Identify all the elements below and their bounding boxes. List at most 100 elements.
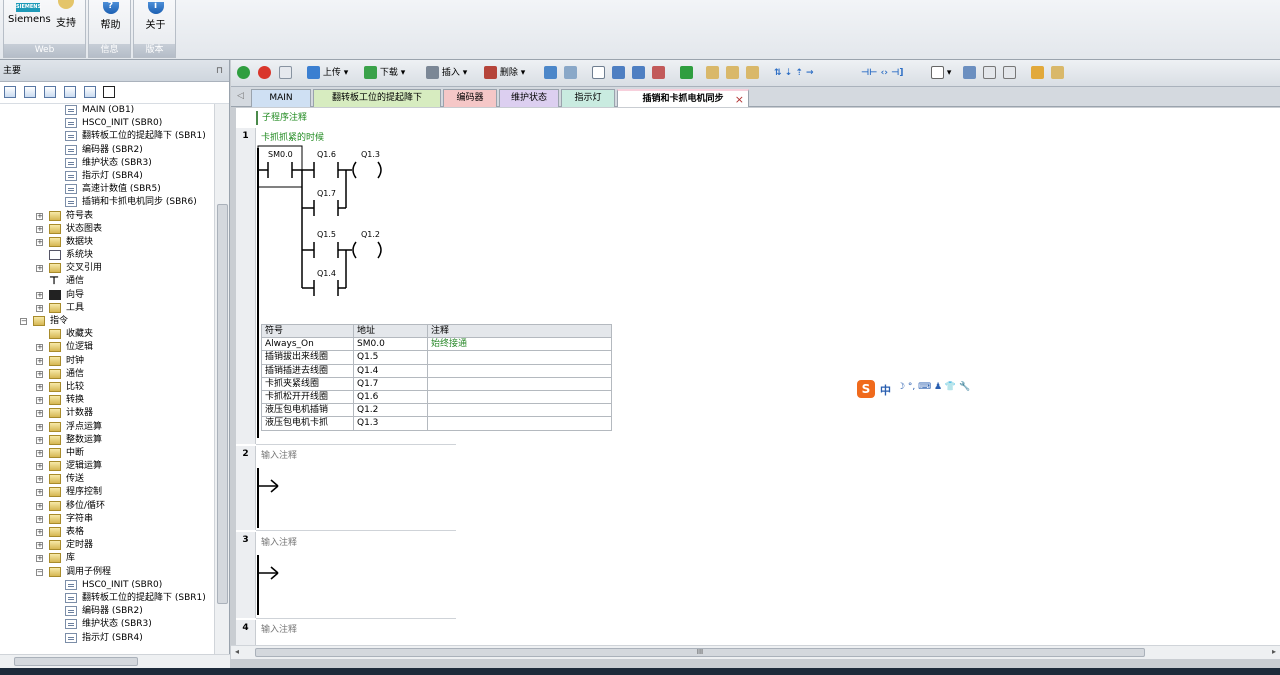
edit-icon[interactable] — [983, 66, 996, 81]
monitor-icon[interactable] — [564, 66, 577, 81]
expander-icon[interactable]: + — [36, 410, 43, 418]
tab-program[interactable]: 维护状态 — [499, 89, 559, 107]
lock-icon[interactable] — [726, 66, 739, 81]
tree-item[interactable]: + 传送 — [0, 473, 214, 486]
expander-icon[interactable]: + — [36, 397, 43, 405]
contact-label[interactable]: SM0.0 — [268, 150, 293, 159]
contact-label[interactable]: Q1.5 — [317, 230, 336, 239]
bookmark-icon[interactable] — [612, 66, 625, 81]
coil-label[interactable]: Q1.3 — [361, 150, 380, 159]
tree-item[interactable]: 翻转板工位的提起降下 (SBR1) — [0, 130, 214, 143]
network-comment[interactable]: 输入注释 — [261, 622, 297, 635]
run-icon[interactable] — [237, 66, 250, 81]
expander-icon[interactable]: + — [36, 423, 43, 431]
expander-icon[interactable]: + — [36, 502, 43, 510]
tree-item[interactable]: + 字符串 — [0, 513, 214, 526]
expander-icon[interactable]: + — [36, 238, 43, 246]
expander-icon[interactable]: + — [36, 542, 43, 550]
expander-icon[interactable]: + — [36, 370, 43, 378]
tree-item[interactable]: 维护状态 (SBR3) — [0, 618, 214, 631]
tree-item[interactable]: 指示灯 (SBR4) — [0, 170, 214, 183]
tab-program[interactable]: 插销和卡抓电机同步 × — [617, 89, 749, 107]
network-comment[interactable]: 输入注释 — [261, 535, 297, 548]
tree-item[interactable]: + 移位/循环 — [0, 500, 214, 513]
tree-horizontal-scrollbar[interactable] — [0, 654, 230, 668]
expander-icon[interactable]: + — [36, 436, 43, 444]
help-button[interactable]: ? 帮助 — [91, 0, 130, 32]
tree-item[interactable]: + 程序控制 — [0, 486, 214, 499]
tree-item[interactable]: ⊤ 通信 — [0, 275, 214, 288]
tree-item[interactable]: + 位逻辑 — [0, 341, 214, 354]
tree-item[interactable]: + 浮点运算 — [0, 421, 214, 434]
scroll-thumb[interactable] — [217, 204, 228, 604]
table-icon[interactable] — [963, 66, 976, 81]
tree-item[interactable]: + 计数器 — [0, 407, 214, 420]
scroll-thumb[interactable] — [14, 657, 138, 666]
coil-label[interactable]: Q1.2 — [361, 230, 380, 239]
page-icon[interactable] — [43, 86, 56, 98]
delete-button[interactable]: 删除 ▾ — [484, 66, 525, 81]
edit-icon[interactable] — [1003, 66, 1016, 81]
tree-item[interactable]: + 库 — [0, 552, 214, 565]
expander-icon[interactable]: + — [36, 383, 43, 391]
contact-label[interactable]: Q1.6 — [317, 150, 336, 159]
expander-icon[interactable]: + — [36, 555, 43, 563]
comm-icon[interactable] — [103, 86, 116, 98]
tree-item[interactable]: + 转换 — [0, 394, 214, 407]
expander-icon[interactable]: + — [36, 265, 43, 273]
expander-icon[interactable]: + — [36, 515, 43, 523]
tree-item[interactable]: + 表格 — [0, 526, 214, 539]
tree-item[interactable]: + 比较 — [0, 381, 214, 394]
tab-program[interactable]: 指示灯 — [561, 89, 615, 107]
key-icon[interactable] — [1051, 66, 1064, 81]
network-number[interactable]: 4 — [236, 620, 256, 645]
tree-item[interactable]: − 指令 — [0, 315, 214, 328]
tree-item[interactable]: HSC0_INIT (SBR0) — [0, 579, 214, 592]
network-comment[interactable]: 输入注释 — [261, 448, 297, 461]
pou-icon[interactable] — [680, 66, 693, 81]
scroll-right-icon[interactable]: ▸ — [1272, 647, 1276, 656]
tree-item[interactable]: 编码器 (SBR2) — [0, 605, 214, 618]
insert-button[interactable]: 插入 ▾ — [426, 66, 467, 81]
tree-item[interactable]: + 向导 — [0, 289, 214, 302]
page-icon[interactable] — [63, 86, 76, 98]
editor-horizontal-scrollbar[interactable]: ◂ III ▸ — [231, 645, 1280, 659]
tree-item[interactable]: 收藏夹 — [0, 328, 214, 341]
tree-item[interactable]: + 符号表 — [0, 210, 214, 223]
stop-icon[interactable] — [258, 66, 271, 81]
bookmark-icon[interactable] — [632, 66, 645, 81]
contact-icon[interactable]: ⊣⊢ ‹› ⊣] — [861, 66, 903, 81]
expander-icon[interactable]: + — [36, 357, 43, 365]
lock-icon[interactable] — [706, 66, 719, 81]
tree-item[interactable]: + 交叉引用 — [0, 262, 214, 275]
network-number[interactable]: 2 — [236, 446, 256, 530]
expander-icon[interactable]: + — [36, 489, 43, 497]
expander-icon[interactable]: − — [20, 318, 27, 325]
lock-icon[interactable] — [746, 66, 759, 81]
pin-icon[interactable]: ⊓ — [216, 60, 223, 82]
expander-icon[interactable]: − — [36, 568, 43, 576]
tab-program[interactable]: MAIN — [251, 89, 311, 107]
expander-icon[interactable]: + — [36, 212, 43, 220]
tree-item[interactable]: + 数据块 — [0, 236, 214, 249]
tree-item[interactable]: + 逻辑运算 — [0, 460, 214, 473]
ime-mode[interactable]: 中 — [880, 382, 891, 398]
expander-icon[interactable]: + — [36, 476, 43, 484]
tab-scroll-left-icon[interactable]: ◁ — [237, 91, 244, 101]
contact-label[interactable]: Q1.7 — [317, 189, 336, 198]
branch-icon[interactable]: ⇅ ⇣ ⇡ → — [774, 66, 814, 81]
tree-item[interactable]: 插销和卡抓电机同步 (SBR6) — [0, 196, 214, 209]
upload-button[interactable]: 上传 ▾ — [307, 66, 348, 81]
tree-item[interactable]: MAIN (OB1) — [0, 104, 214, 117]
close-icon[interactable]: × — [735, 91, 744, 108]
tree-item[interactable]: + 通信 — [0, 368, 214, 381]
tree-vertical-scrollbar[interactable] — [214, 104, 229, 654]
expander-icon[interactable]: + — [36, 344, 43, 352]
network-number[interactable]: 3 — [236, 532, 256, 618]
tree-item[interactable]: + 中断 — [0, 447, 214, 460]
ime-tools-icon[interactable]: ☽ °, ⌨ ♟ 👕 🔧 — [897, 382, 970, 392]
tree-item[interactable]: HSC0_INIT (SBR0) — [0, 117, 214, 130]
tree-item[interactable]: + 定时器 — [0, 539, 214, 552]
tab-program[interactable]: 编码器 — [443, 89, 497, 107]
bookmark-icon[interactable] — [652, 66, 665, 81]
